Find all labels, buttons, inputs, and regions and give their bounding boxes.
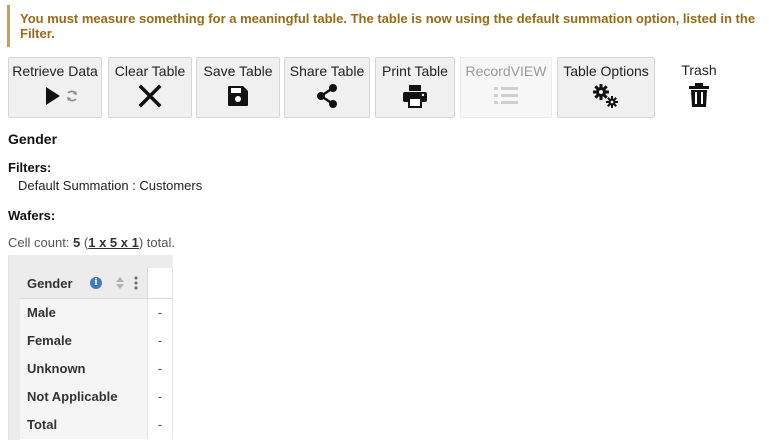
list-icon [494, 87, 518, 104]
table-row: Not Applicable - [20, 383, 173, 411]
recordview-label: RecordVIEW [465, 63, 547, 79]
table-options-button[interactable]: Table Options [557, 57, 655, 118]
recordview-button[interactable]: RecordVIEW [460, 57, 552, 118]
table-row: Unknown - [20, 355, 173, 383]
row-value: - [148, 355, 173, 383]
row-value: - [148, 383, 173, 411]
row-label: Male [20, 299, 148, 327]
table-title: Gender [8, 131, 58, 147]
kebab-menu-icon[interactable] [133, 275, 139, 291]
table-toolbar: Retrieve Data Clear Table Save Table Sha… [8, 57, 768, 118]
row-label: Not Applicable [20, 383, 148, 411]
play-icon [46, 87, 77, 105]
clear-table-button[interactable]: Clear Table [108, 57, 192, 118]
print-table-label: Print Table [382, 63, 448, 79]
print-table-button[interactable]: Print Table [375, 57, 455, 118]
row-value: - [148, 411, 173, 439]
share-table-label: Share Table [289, 63, 365, 79]
cell-count-prefix: Cell count: [8, 235, 74, 250]
column-header-gender[interactable]: Gender i [20, 268, 148, 299]
print-icon [403, 85, 427, 108]
table-row-total: Total - [20, 411, 173, 439]
save-table-button[interactable]: Save Table [196, 57, 280, 118]
cell-count-close: ) total. [138, 235, 175, 250]
cell-count: Cell count: 5 (1 x 5 x 1) total. [8, 235, 175, 250]
retrieve-data-button[interactable]: Retrieve Data [8, 57, 102, 118]
row-value: - [148, 299, 173, 327]
filters-heading: Filters: [8, 160, 52, 175]
sort-icon[interactable] [115, 276, 125, 290]
wafers-heading: Wafers: [8, 208, 56, 223]
results-table: Gender i Male - Female - Unknown - Not A… [8, 255, 173, 440]
gears-icon [593, 84, 618, 108]
table-row: Male - [20, 299, 173, 327]
close-icon [138, 84, 162, 108]
value-column-header [148, 268, 173, 299]
save-icon [228, 86, 248, 106]
save-table-label: Save Table [203, 63, 273, 79]
retrieve-data-label: Retrieve Data [12, 63, 98, 79]
table-side-bar [9, 268, 20, 440]
clear-table-label: Clear Table [114, 63, 186, 79]
row-label: Female [20, 327, 148, 355]
filter-item: Default Summation : Customers [18, 178, 203, 193]
cell-dimensions-link[interactable]: 1 x 5 x 1 [88, 235, 139, 250]
row-label: Unknown [20, 355, 148, 383]
trash-icon [689, 83, 709, 107]
share-icon [317, 84, 337, 108]
share-table-button[interactable]: Share Table [284, 57, 370, 118]
row-label: Total [20, 411, 148, 439]
info-icon[interactable]: i [90, 277, 102, 289]
column-header-label: Gender [27, 276, 73, 291]
row-value: - [148, 327, 173, 355]
table-top-bar [9, 255, 173, 268]
trash-label: Trash [681, 62, 717, 78]
warning-text: You must measure something for a meaning… [20, 11, 756, 41]
trash-button[interactable]: Trash [660, 57, 738, 118]
table-row: Female - [20, 327, 173, 355]
measure-warning-banner: You must measure something for a meaning… [7, 5, 769, 47]
table-options-label: Table Options [563, 63, 649, 79]
